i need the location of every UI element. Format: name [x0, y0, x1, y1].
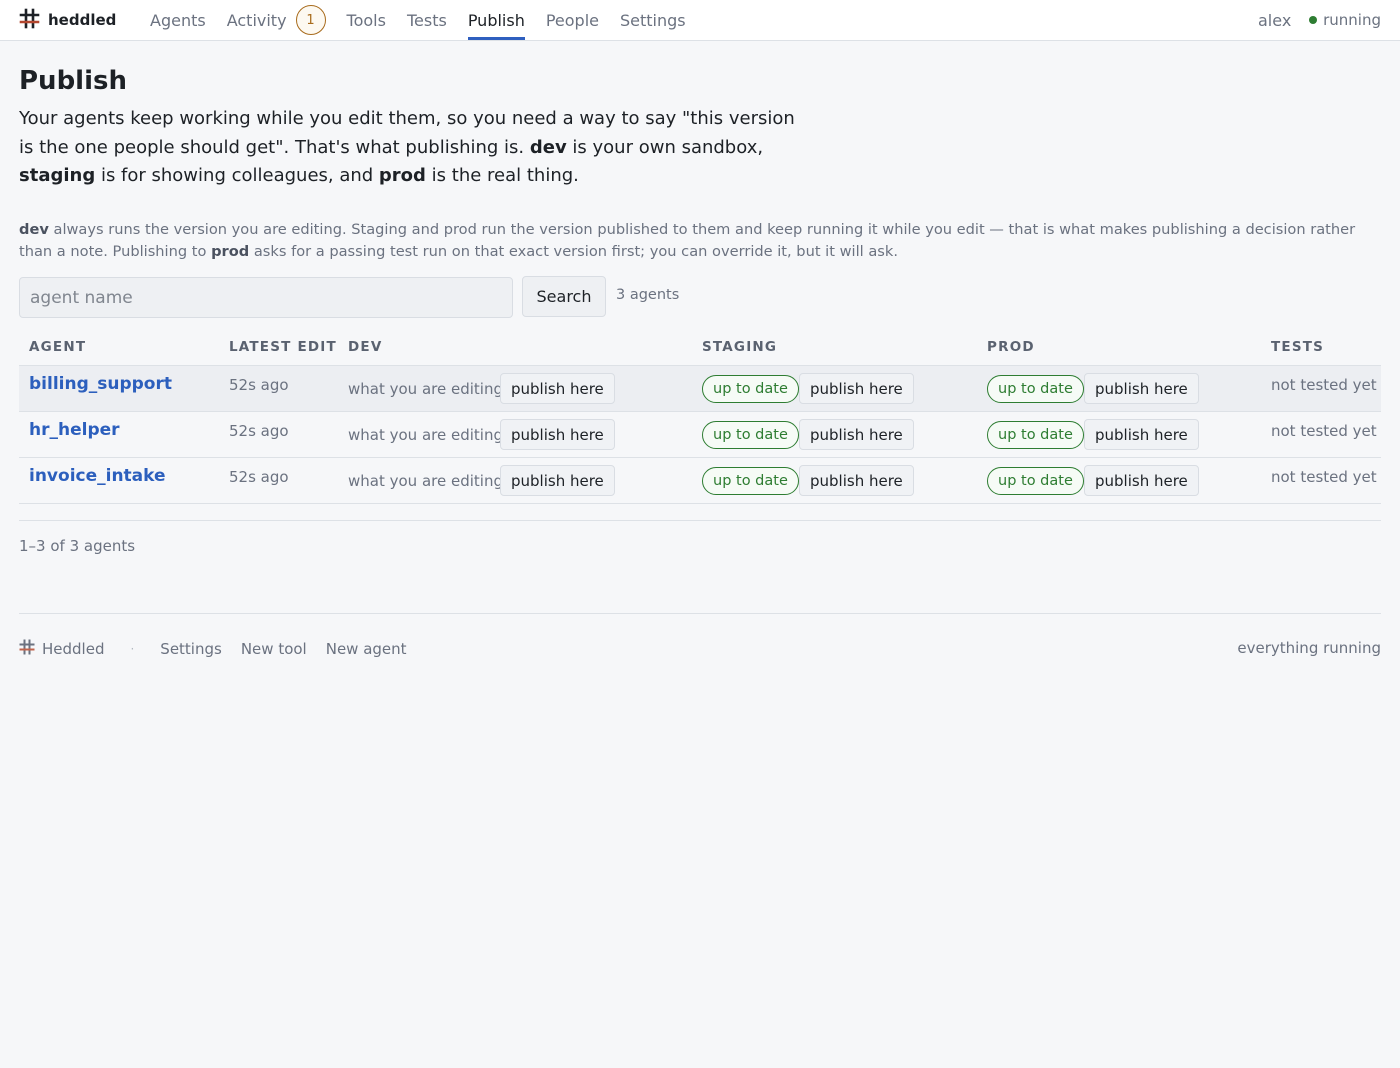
brand[interactable]: heddled	[19, 0, 116, 40]
footer-status: everything running	[1237, 639, 1381, 657]
agent-link[interactable]: hr_helper	[29, 420, 120, 440]
nav-people[interactable]: People	[546, 0, 599, 40]
tests-status: not tested yet	[1271, 376, 1377, 394]
footer-brand[interactable]: Heddled	[19, 639, 104, 659]
publish-staging-button[interactable]: publish here	[799, 373, 914, 404]
nav-agents-label: Agents	[150, 10, 206, 30]
publish-dev-button[interactable]: publish here	[500, 419, 615, 450]
intro-text-4: is the real thing.	[425, 165, 579, 187]
user-menu[interactable]: alex	[1258, 0, 1291, 40]
publish-explainer: dev always runs the version you are edit…	[19, 219, 1381, 262]
intro-staging-term: staging	[19, 165, 96, 187]
page-intro: Your agents keep working while you edit …	[19, 105, 809, 191]
hash-grid-logo-icon	[19, 8, 40, 33]
nav-settings[interactable]: Settings	[620, 0, 686, 40]
header-staging: STAGING	[702, 339, 778, 355]
result-count: 3 agents	[616, 287, 680, 303]
dev-status-note: what you are editing	[348, 426, 503, 444]
latest-edit-time: 52s ago	[229, 376, 289, 394]
intro-text-2: is your own sandbox,	[566, 136, 764, 158]
intro-prod-term: prod	[378, 165, 426, 187]
staging-status-badge: up to date	[702, 375, 799, 403]
nav-tools[interactable]: Tools	[347, 0, 386, 40]
header-latest-edit: LATEST EDIT	[229, 339, 337, 355]
footer-link-new-tool[interactable]: New tool	[241, 640, 307, 658]
intro-text-3: is for showing colleagues, and	[95, 165, 379, 187]
pagination-summary: 1–3 of 3 agents	[19, 537, 136, 555]
table-divider	[19, 520, 1381, 521]
publish-table: AGENT LATEST EDIT DEV STAGING PROD TESTS…	[19, 328, 1381, 504]
brand-name: heddled	[48, 11, 117, 29]
latest-edit-time: 52s ago	[229, 468, 289, 486]
dev-status-note: what you are editing	[348, 472, 503, 490]
table-header: AGENT LATEST EDIT DEV STAGING PROD TESTS	[19, 328, 1381, 366]
agent-link[interactable]: invoice_intake	[29, 466, 166, 486]
staging-status-badge: up to date	[702, 467, 799, 495]
publish-staging-button[interactable]: publish here	[799, 465, 914, 496]
search-button[interactable]: Search	[522, 276, 606, 317]
header-prod: PROD	[987, 339, 1035, 355]
nav-tests-label: Tests	[406, 10, 447, 30]
note-text-2: asks for a passing test run on that exac…	[249, 242, 898, 260]
agent-search-input[interactable]	[19, 277, 513, 318]
footer-brand-name: Heddled	[42, 640, 105, 658]
header-tests: TESTS	[1271, 339, 1325, 355]
footer-separator: ·	[130, 642, 135, 656]
table-row: invoice_intake 52s ago what you are edit…	[19, 458, 1381, 504]
footer-divider	[19, 613, 1381, 614]
footer-link-settings[interactable]: Settings	[160, 640, 222, 658]
intro-dev-term: dev	[529, 136, 567, 158]
nav-settings-label: Settings	[620, 10, 686, 30]
header-dev: DEV	[348, 339, 383, 355]
main-nav: Agents Activity 1 Tools Tests Publish Pe…	[150, 0, 707, 40]
nav-activity-label: Activity	[226, 10, 287, 30]
footer: Heddled · Settings New tool New agent	[19, 639, 426, 659]
status-dot-icon	[1309, 16, 1318, 24]
hash-grid-logo-icon	[19, 639, 35, 659]
publish-prod-button[interactable]: publish here	[1084, 373, 1199, 404]
nav-publish-label: Publish	[467, 10, 525, 30]
activity-count-badge: 1	[295, 5, 326, 35]
header-agent: AGENT	[29, 339, 87, 355]
nav-tests[interactable]: Tests	[407, 0, 447, 40]
prod-status-badge: up to date	[987, 467, 1084, 495]
publish-prod-button[interactable]: publish here	[1084, 465, 1199, 496]
publish-prod-button[interactable]: publish here	[1084, 419, 1199, 450]
top-nav-bar: heddled Agents Activity 1 Tools Tests Pu…	[0, 0, 1400, 41]
nav-publish[interactable]: Publish	[467, 0, 525, 40]
page-title: Publish	[19, 66, 127, 96]
dev-status-note: what you are editing	[348, 380, 503, 398]
tests-status: not tested yet	[1271, 422, 1377, 440]
system-status: running	[1309, 0, 1381, 40]
publish-dev-button[interactable]: publish here	[500, 373, 615, 404]
footer-link-new-agent[interactable]: New agent	[326, 640, 407, 658]
system-status-label: running	[1323, 11, 1381, 29]
nav-activity[interactable]: Activity 1	[227, 0, 326, 40]
table-row: hr_helper 52s ago what you are editing p…	[19, 412, 1381, 458]
nav-agents[interactable]: Agents	[150, 0, 206, 40]
staging-status-badge: up to date	[702, 421, 799, 449]
prod-status-badge: up to date	[987, 375, 1084, 403]
publish-dev-button[interactable]: publish here	[500, 465, 615, 496]
nav-people-label: People	[545, 10, 599, 30]
table-row: billing_support 52s ago what you are edi…	[19, 366, 1381, 412]
nav-tools-label: Tools	[346, 10, 386, 30]
publish-staging-button[interactable]: publish here	[799, 419, 914, 450]
note-prod-term: prod	[211, 242, 250, 260]
tests-status: not tested yet	[1271, 468, 1377, 486]
latest-edit-time: 52s ago	[229, 422, 289, 440]
prod-status-badge: up to date	[987, 421, 1084, 449]
note-dev-term: dev	[19, 221, 49, 238]
agent-link[interactable]: billing_support	[29, 374, 172, 394]
